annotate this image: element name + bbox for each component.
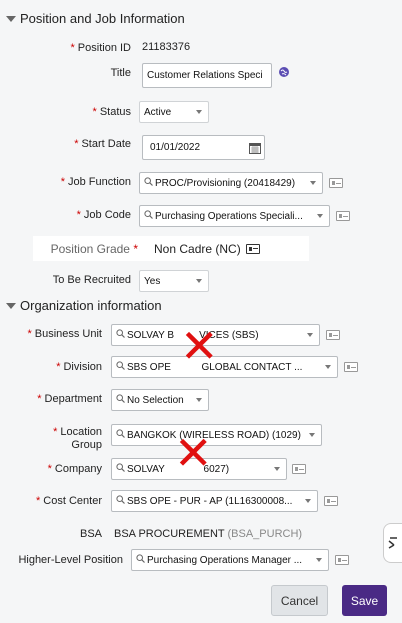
chevron-down-icon[interactable] (319, 357, 337, 377)
details-card-icon[interactable] (292, 464, 306, 474)
details-card-icon[interactable] (336, 211, 350, 221)
side-panel-handle[interactable] (383, 523, 402, 563)
cost-center-combobox[interactable]: SBS OPE - PUR - AP (1L16300008... (111, 490, 318, 512)
job-code-combobox[interactable]: Purchasing Operations Speciali... (139, 205, 330, 227)
magnifier-icon (144, 177, 153, 189)
job-function-label: * Job Function (60, 176, 131, 188)
magnifier-icon (116, 329, 125, 341)
chevron-down-icon[interactable] (303, 425, 321, 445)
start-date-label: * Start Date (74, 138, 131, 150)
magnifier-icon (116, 429, 125, 441)
redaction-x-mark-icon: ✕ (180, 319, 219, 373)
chevron-down-icon[interactable] (311, 206, 329, 226)
details-card-icon[interactable] (344, 362, 358, 372)
to-be-recruited-label: To Be Recruited (52, 274, 131, 286)
org-section-header[interactable]: Organization information (6, 298, 162, 313)
chevron-down-icon[interactable] (268, 459, 286, 479)
magnifier-icon (116, 495, 125, 507)
position-id-value: 21183376 (142, 41, 191, 53)
position-grade-value: Non Cadre (NC) (154, 241, 241, 256)
details-card-icon[interactable] (329, 178, 343, 188)
position-section-header[interactable]: Position and Job Information (6, 11, 185, 26)
start-date-input[interactable]: 01/01/2022 (142, 135, 265, 160)
department-combobox[interactable]: No Selection (111, 389, 209, 411)
cost-center-label: * Cost Center (36, 495, 102, 507)
chevron-down-icon[interactable] (190, 271, 208, 291)
bsa-value: BSA PROCUREMENT (BSA_PURCH) (114, 528, 303, 540)
position-grade-row: Position Grade * Non Cadre (NC) (33, 236, 309, 261)
position-grade-label: Position Grade * (50, 241, 138, 256)
position-id-label: * Position ID (70, 42, 131, 54)
title-label: Title (110, 67, 131, 79)
save-button[interactable]: Save (342, 585, 387, 616)
details-card-icon[interactable] (245, 243, 260, 254)
job-code-label: * Job Code (76, 209, 131, 221)
position-section-title: Position and Job Information (20, 11, 185, 26)
magnifier-icon (116, 394, 125, 406)
chevron-down-icon[interactable] (304, 173, 322, 193)
chevron-down-icon[interactable] (190, 102, 208, 122)
details-card-icon[interactable] (326, 330, 340, 340)
division-label: * Division (56, 361, 102, 373)
higher-level-position-label: Higher-Level Position (18, 554, 123, 566)
details-card-icon[interactable] (324, 496, 338, 506)
redaction-x-mark-icon: ✕ (174, 426, 213, 480)
title-input[interactable]: Customer Relations Speci (142, 63, 272, 88)
chevron-down-icon[interactable] (299, 491, 317, 511)
status-select[interactable]: Active (139, 101, 209, 123)
company-label: * Company (47, 463, 102, 475)
chevron-down-icon[interactable] (190, 390, 208, 410)
location-group-label: * Location Group (53, 426, 102, 451)
expand-arrow-icon (388, 537, 397, 549)
division-combobox[interactable]: SBS OPE GLOBAL CONTACT ... (111, 356, 338, 378)
globe-icon[interactable] (278, 66, 290, 81)
higher-level-position-combobox[interactable]: Purchasing Operations Manager ... (131, 549, 329, 571)
magnifier-icon (116, 361, 125, 373)
cancel-button[interactable]: Cancel (271, 585, 328, 616)
details-card-icon[interactable] (335, 555, 349, 565)
magnifier-icon (144, 210, 153, 222)
bsa-label: BSA (79, 528, 102, 540)
calendar-icon[interactable] (246, 136, 264, 159)
department-label: * Department (37, 393, 102, 405)
status-label: * Status (92, 106, 131, 118)
business-unit-label: * Business Unit (27, 328, 102, 340)
magnifier-icon (116, 463, 125, 475)
chevron-down-icon[interactable] (301, 325, 319, 345)
job-function-combobox[interactable]: PROC/Provisioning (20418429) (139, 172, 323, 194)
org-section-title: Organization information (20, 298, 162, 313)
chevron-down-icon[interactable] (310, 550, 328, 570)
magnifier-icon (136, 554, 145, 566)
location-group-combobox[interactable]: BANGKOK (WIRELESS ROAD) (1029) (111, 424, 322, 446)
to-be-recruited-select[interactable]: Yes (139, 270, 209, 292)
collapse-triangle-icon[interactable] (6, 15, 16, 22)
collapse-triangle-icon[interactable] (6, 302, 16, 309)
